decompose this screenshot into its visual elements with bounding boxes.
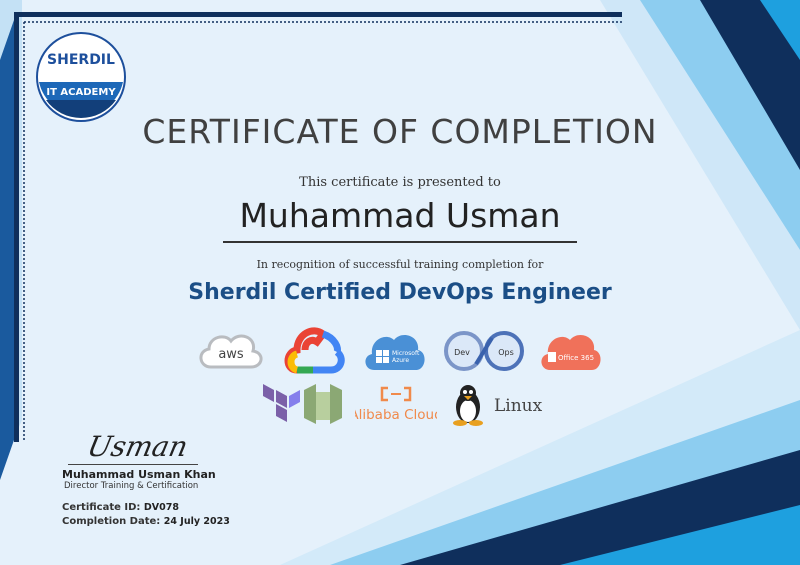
aws-logo-icon: aws [199, 334, 263, 369]
linux-logo-icon: Linux [453, 385, 543, 426]
logo-brand: SHERDIL [47, 52, 115, 68]
azure-text-line2: Azure [392, 357, 409, 364]
terraform-logo-icon [263, 384, 300, 422]
certificate-id-value: DV078 [143, 502, 179, 513]
completion-date-label: Completion Date: [62, 516, 161, 527]
azure-logo-icon: Microsoft Azure [365, 335, 425, 370]
academy-logo [36, 32, 126, 122]
signature: Usman [84, 430, 191, 463]
certificate: SHERDIL IT ACADEMY CERTIFICATE OF COMPLE… [0, 0, 800, 565]
devops-ops-text: Ops [498, 348, 514, 357]
name-underline [223, 241, 577, 243]
linux-text: Linux [494, 396, 543, 416]
signatory-title: Director Training & Certification [64, 481, 199, 491]
google-cloud-icon [284, 327, 345, 374]
devops-logo-icon: Dev Ops [444, 331, 524, 371]
logo-subtitle: IT ACADEMY [46, 87, 116, 98]
course-name: Sherdil Certified DevOps Engineer [188, 280, 612, 305]
vagrant-logo-icon [304, 384, 342, 424]
certificate-id-label: Certificate ID: [62, 502, 141, 513]
devops-dev-text: Dev [454, 348, 470, 357]
azure-text-line1: Microsoft [392, 350, 420, 357]
office365-text: Office 365 [558, 354, 594, 362]
aws-text: aws [218, 347, 244, 362]
certificate-id: Certificate ID: DV078 [62, 502, 179, 513]
recognition-text: In recognition of successful training co… [256, 258, 544, 271]
completion-date-value: 24 July 2023 [163, 516, 230, 527]
signature-line [68, 464, 198, 465]
certificate-heading: CERTIFICATE OF COMPLETION [142, 112, 658, 151]
signatory-name: Muhammad Usman Khan [62, 468, 216, 481]
presented-text: This certificate is presented to [299, 175, 501, 190]
recipient-name: Muhammad Usman [239, 196, 561, 235]
office365-logo-icon: Office 365 [541, 335, 601, 370]
alibaba-cloud-logo-icon: Alibaba Cloud [355, 386, 437, 423]
completion-date: Completion Date: 24 July 2023 [62, 516, 230, 527]
alibaba-text: Alibaba Cloud [355, 407, 437, 423]
